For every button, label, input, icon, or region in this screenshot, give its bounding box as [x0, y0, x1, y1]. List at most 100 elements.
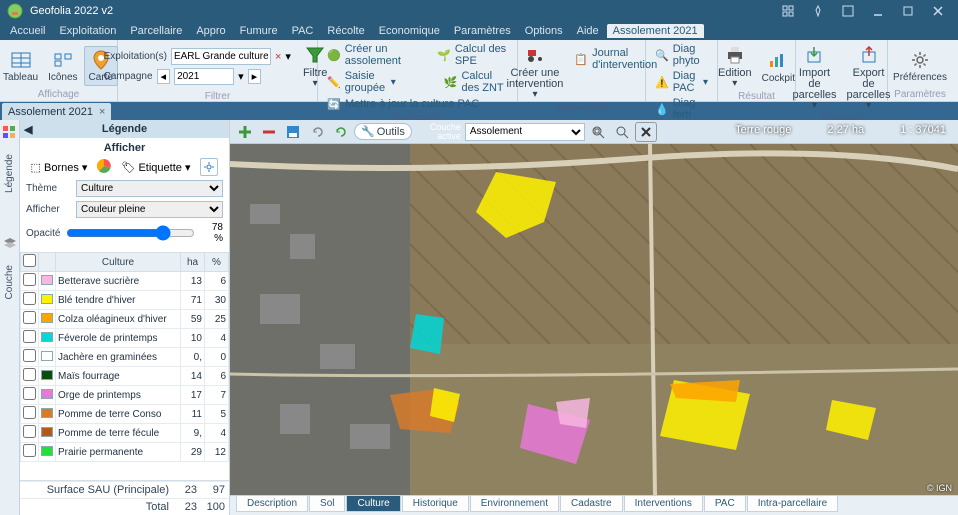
collapse-icon[interactable]: ◀: [24, 123, 32, 136]
minimize-button[interactable]: [864, 1, 892, 21]
menu-fumure[interactable]: Fumure: [234, 24, 284, 38]
menu-pac[interactable]: PAC: [286, 24, 320, 38]
table-row[interactable]: Betterave sucrière 13 6: [21, 272, 229, 291]
maptab-interventions[interactable]: Interventions: [624, 496, 703, 512]
table-row[interactable]: Pomme de terre Conso 11 5: [21, 405, 229, 424]
diag-icon: 💧: [655, 102, 669, 116]
menu-récolte[interactable]: Récolte: [321, 24, 370, 38]
menu-paramètres[interactable]: Paramètres: [448, 24, 517, 38]
preferences-button[interactable]: Préférences: [889, 47, 951, 85]
diag-ferti-button[interactable]: 💧Diag ferti: [652, 96, 711, 122]
expand-icon[interactable]: [834, 1, 862, 21]
menu-accueil[interactable]: Accueil: [4, 24, 51, 38]
row-checkbox[interactable]: [23, 406, 36, 419]
calcul-znt-button[interactable]: 🌿Calcul des ZNT: [441, 69, 511, 95]
row-checkbox[interactable]: [23, 349, 36, 362]
close-button[interactable]: [924, 1, 952, 21]
dropdown-icon[interactable]: ▾: [285, 50, 291, 63]
etiquette-button[interactable]: 🏷 Etiquette ▾: [121, 161, 190, 174]
table-row[interactable]: Colza oléagineux d'hiver 59 25: [21, 310, 229, 329]
table-row[interactable]: Blé tendre d'hiver 71 30: [21, 291, 229, 310]
maptab-pac[interactable]: PAC: [704, 496, 746, 512]
maptab-historique[interactable]: Historique: [402, 496, 469, 512]
maximize-button[interactable]: [894, 1, 922, 21]
maptab-intra-parcellaire[interactable]: Intra-parcellaire: [747, 496, 838, 512]
menu-exploitation[interactable]: Exploitation: [53, 24, 122, 38]
opacite-slider[interactable]: [66, 225, 195, 241]
layers-icon[interactable]: [3, 237, 17, 251]
maj-culture-button[interactable]: 🔄Mettre à jour la culture PAC: [324, 96, 482, 112]
maptab-culture[interactable]: Culture: [346, 496, 400, 512]
next-icon[interactable]: ▸: [248, 69, 262, 84]
maptab-description[interactable]: Description: [236, 496, 308, 512]
legend-swatch-icon[interactable]: [3, 126, 17, 140]
menu-parcellaire[interactable]: Parcellaire: [124, 24, 188, 38]
layout-icon[interactable]: [774, 1, 802, 21]
row-checkbox[interactable]: [23, 387, 36, 400]
table-row[interactable]: Pomme de terre fécule 9, 4: [21, 424, 229, 443]
doc-tab-assolement[interactable]: Assolement 2021 ×: [2, 103, 111, 120]
table-row[interactable]: Jachère en graminées 0, 0: [21, 348, 229, 367]
menu-appro[interactable]: Appro: [190, 24, 231, 38]
remove-button[interactable]: [258, 122, 280, 142]
sidetab-couche[interactable]: Couche: [2, 261, 17, 303]
check-col[interactable]: [21, 253, 39, 272]
icones-button[interactable]: Icônes: [44, 47, 81, 85]
theme-select[interactable]: Culture: [76, 180, 223, 197]
sidetab-legende[interactable]: Légende: [2, 150, 17, 197]
table-row[interactable]: Orge de printemps 17 7: [21, 386, 229, 405]
add-button[interactable]: [234, 122, 256, 142]
zoom-button[interactable]: [611, 122, 633, 142]
row-checkbox[interactable]: [23, 368, 36, 381]
table-row[interactable]: Féverole de printemps 10 4: [21, 329, 229, 348]
couche-select[interactable]: Assolement: [465, 123, 585, 141]
saisie-groupee-button[interactable]: ✏️Saisie groupée ▾: [324, 69, 399, 95]
pie-icon[interactable]: [97, 159, 111, 176]
menu-economique[interactable]: Economique: [373, 24, 446, 38]
edition-button[interactable]: Edition ▾: [714, 42, 756, 91]
close-tab-icon[interactable]: ×: [99, 106, 105, 118]
pin-icon[interactable]: [804, 1, 832, 21]
row-checkbox[interactable]: [23, 330, 36, 343]
creer-intervention-button[interactable]: Créer une intervention ▾: [503, 42, 568, 102]
zoom-fit-button[interactable]: [587, 122, 609, 142]
menu-aide[interactable]: Aide: [571, 24, 605, 38]
map-panel: 🔧Outils Couche active Assolement Terre r…: [230, 120, 958, 515]
campagne-input[interactable]: [174, 68, 234, 85]
maptab-environnement[interactable]: Environnement: [470, 496, 559, 512]
outils-button[interactable]: 🔧Outils: [354, 123, 412, 140]
export-parcelles-button[interactable]: Export de parcelles ▾: [843, 42, 895, 113]
maptab-cadastre[interactable]: Cadastre: [560, 496, 623, 512]
opacite-label: Opacité: [26, 228, 60, 239]
close-x-button[interactable]: [635, 122, 657, 142]
save-button[interactable]: [282, 122, 304, 142]
row-checkbox[interactable]: [23, 444, 36, 457]
diag-pac-button[interactable]: ⚠️Diag PAC ▾: [652, 69, 711, 95]
menu-options[interactable]: Options: [519, 24, 569, 38]
row-checkbox[interactable]: [23, 425, 36, 438]
row-checkbox[interactable]: [23, 273, 36, 286]
exploitation-input[interactable]: [171, 48, 271, 65]
table-row[interactable]: Prairie permanente 29 12: [21, 443, 229, 462]
map-view[interactable]: [230, 144, 958, 495]
calcul-spe-button[interactable]: 🌱Calcul des SPE: [434, 42, 511, 68]
undo-button[interactable]: [306, 122, 328, 142]
import-parcelles-button[interactable]: Import de parcelles ▾: [788, 42, 840, 113]
refresh-button[interactable]: [330, 122, 352, 142]
diag-phyto-button[interactable]: 🔍Diag phyto: [652, 42, 711, 68]
afficher-select[interactable]: Couleur pleine: [76, 201, 223, 218]
gear-icon[interactable]: [200, 158, 218, 176]
table-row[interactable]: Maïs fourrage 14 6: [21, 367, 229, 386]
printer-icon: [724, 44, 746, 66]
maptab-sol[interactable]: Sol: [309, 496, 345, 512]
row-checkbox[interactable]: [23, 311, 36, 324]
tableau-button[interactable]: Tableau: [0, 47, 42, 85]
clear-icon[interactable]: ×: [275, 51, 281, 63]
row-checkbox[interactable]: [23, 292, 36, 305]
menu-assolement-2021[interactable]: Assolement 2021: [607, 24, 704, 38]
creer-assolement-button[interactable]: 🟢Créer un assolement: [324, 42, 420, 68]
bornes-button[interactable]: ⬚ Bornes ▾: [31, 161, 88, 174]
dropdown-icon[interactable]: ▾: [238, 70, 244, 83]
prev-icon[interactable]: ◂: [157, 69, 171, 84]
tractor-icon: [524, 44, 546, 66]
